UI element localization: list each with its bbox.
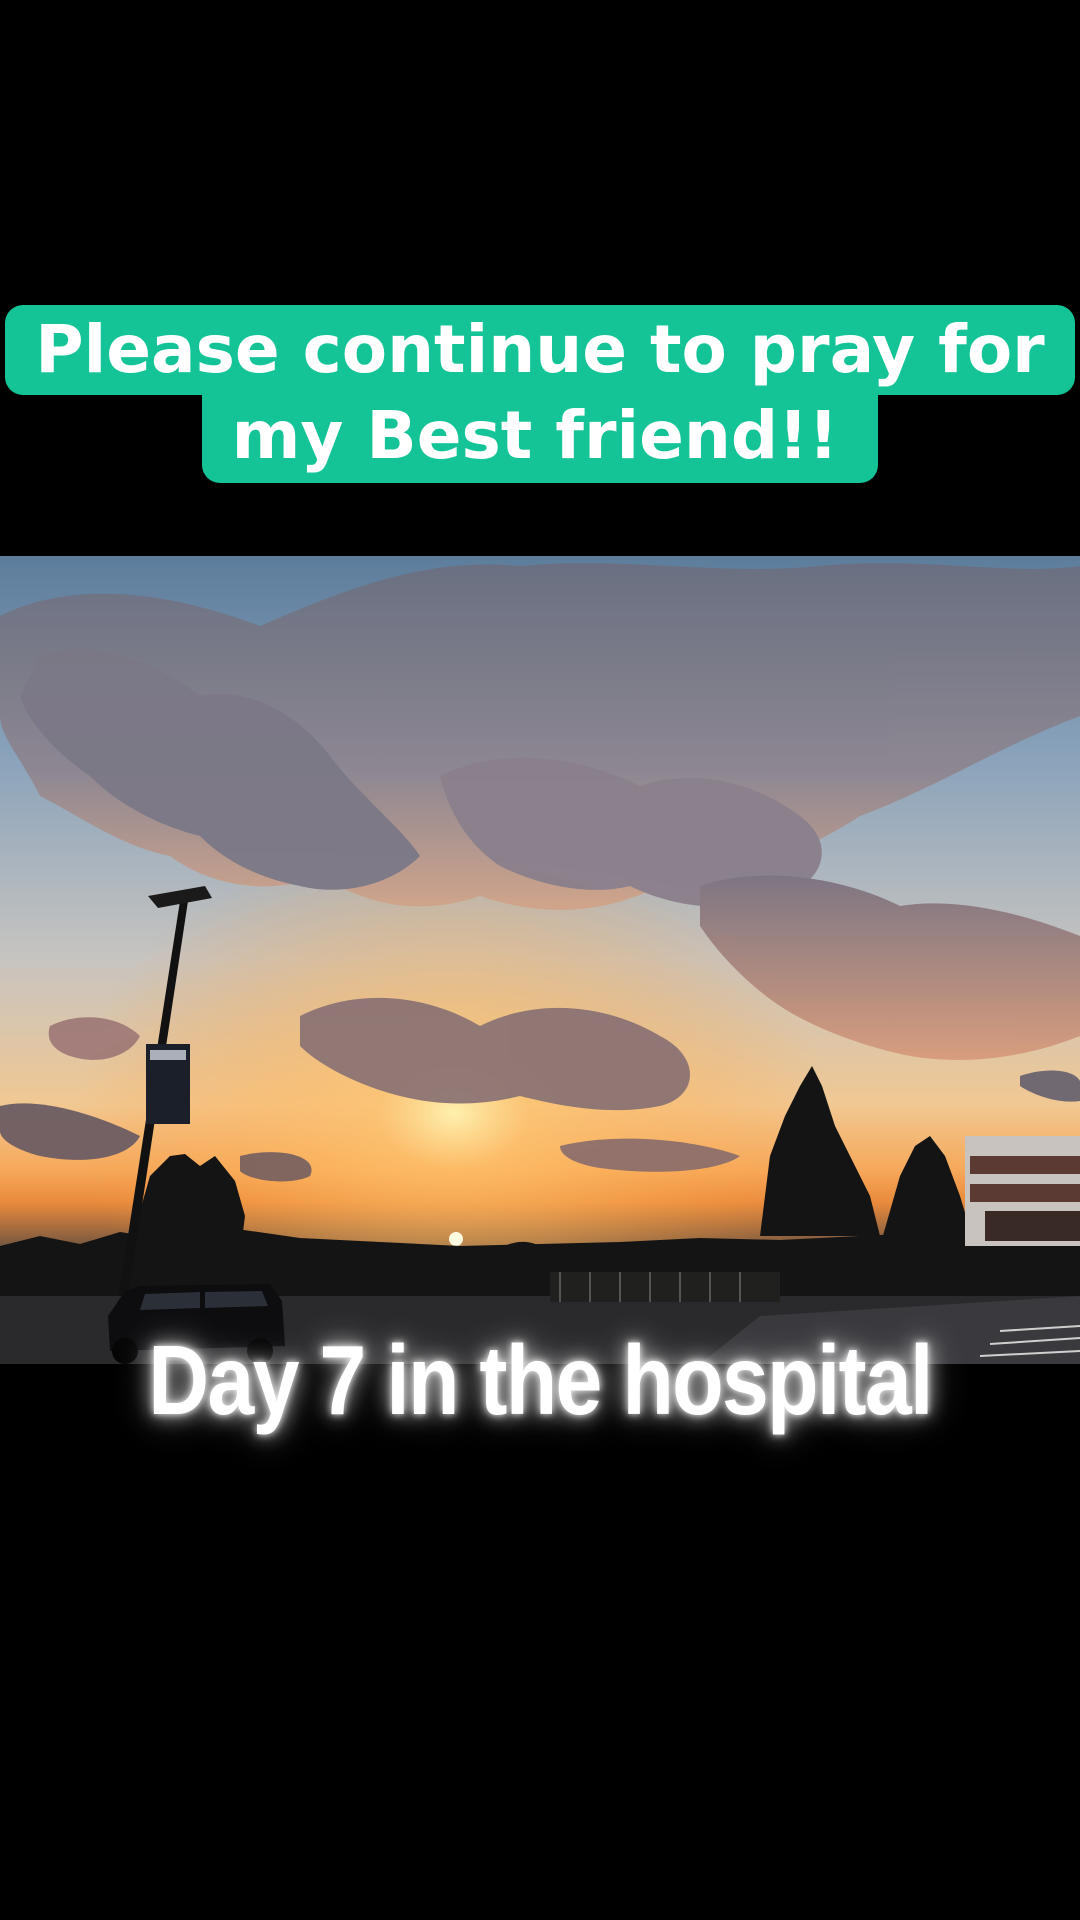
building (965, 1136, 1080, 1246)
video-frame: Please continue to pray for my Best frie… (0, 0, 1080, 1920)
bottom-caption: Day 7 in the hospital (148, 1325, 933, 1435)
sunset-scene (0, 556, 1080, 1364)
sunset-photo (0, 556, 1080, 1364)
top-caption-line-1: Please continue to pray for (5, 305, 1075, 395)
top-caption-line-2: my Best friend!! (201, 393, 879, 483)
sun (449, 1232, 463, 1246)
top-caption: Please continue to pray for my Best frie… (0, 305, 1080, 483)
